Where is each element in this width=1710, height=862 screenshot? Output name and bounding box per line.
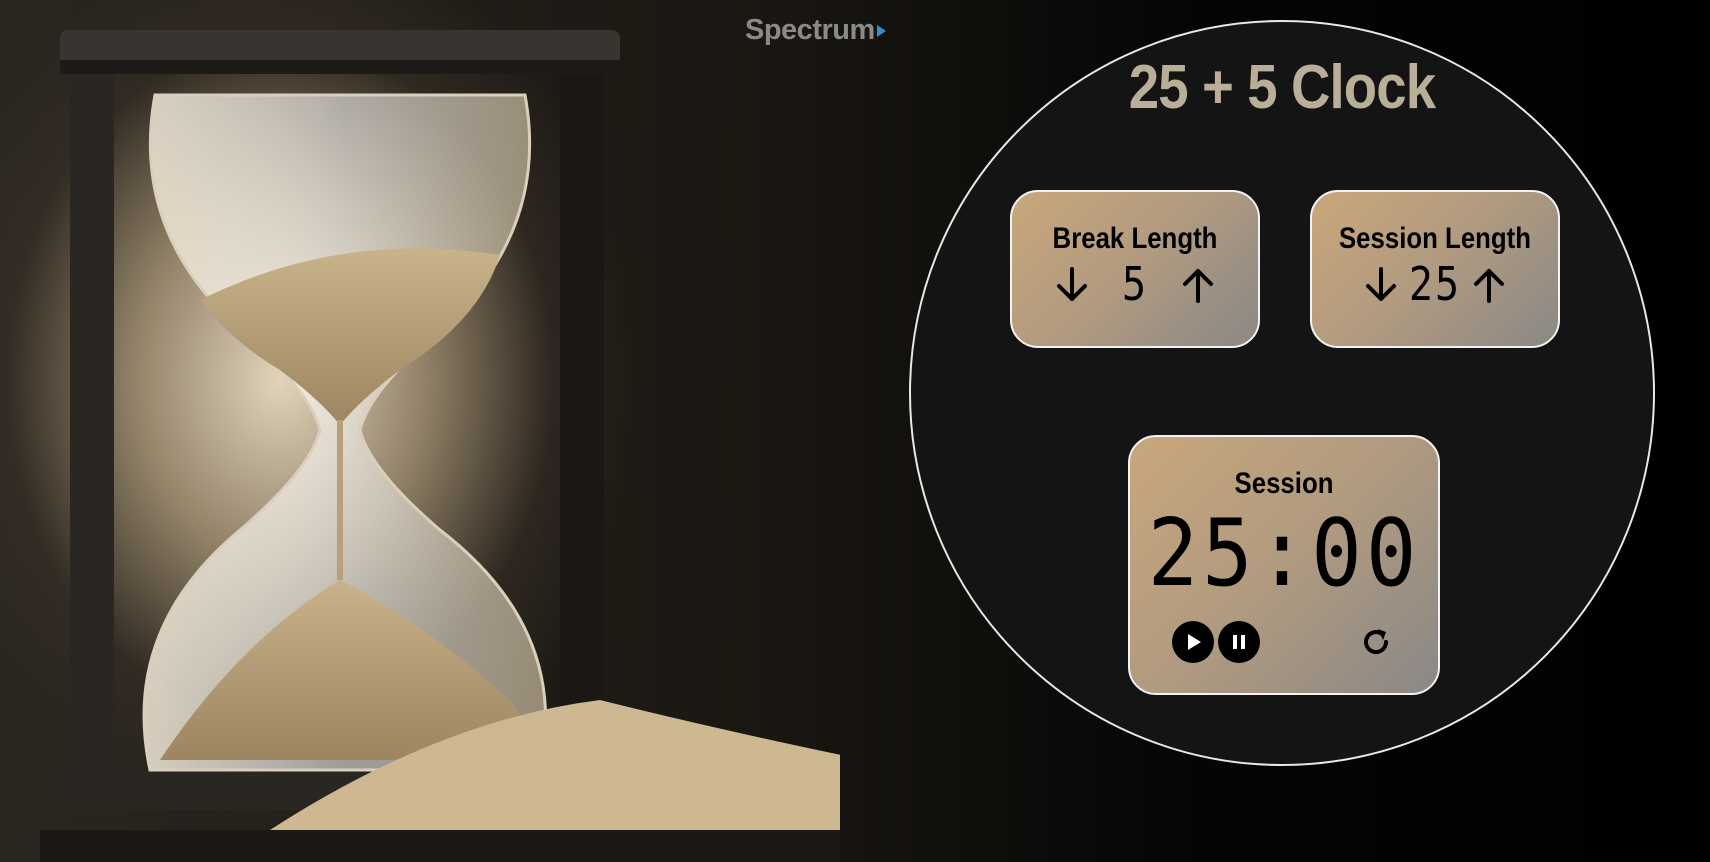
break-increment-button[interactable]	[1178, 263, 1218, 307]
clock-container: 25 + 5 Clock Break Length 5 Session Leng…	[909, 20, 1655, 766]
break-length-panel: Break Length 5	[1010, 190, 1260, 348]
session-length-panel: Session Length 25	[1310, 190, 1560, 348]
play-icon	[1188, 634, 1201, 650]
brand-name: Spectrum	[745, 14, 875, 46]
pause-icon	[1233, 635, 1245, 649]
pause-button[interactable]	[1218, 621, 1260, 663]
hourglass-image	[40, 30, 840, 862]
refresh-icon	[1364, 629, 1388, 654]
clock-title: 25 + 5 Clock	[1128, 53, 1436, 122]
timer-label: Session	[1234, 467, 1334, 500]
session-length-value: 25	[1408, 258, 1462, 312]
session-decrement-button[interactable]	[1361, 263, 1401, 307]
arrow-down-icon	[1056, 267, 1087, 301]
reset-button[interactable]	[1356, 622, 1396, 662]
spectrum-logo: Spectrum	[745, 14, 886, 47]
break-length-value: 5	[1121, 258, 1149, 312]
time-left: 25:00	[1147, 499, 1421, 607]
play-button[interactable]	[1172, 621, 1214, 663]
arrow-up-icon	[1474, 269, 1505, 303]
brand-arrow-icon	[876, 25, 886, 37]
break-decrement-button[interactable]	[1052, 263, 1092, 307]
arrow-down-icon	[1365, 267, 1396, 301]
session-length-label: Session Length	[1338, 222, 1532, 255]
arrow-up-icon	[1183, 269, 1214, 303]
timer-panel: Session 25:00	[1128, 435, 1440, 695]
break-length-label: Break Length	[1052, 222, 1218, 255]
session-increment-button[interactable]	[1469, 263, 1509, 307]
